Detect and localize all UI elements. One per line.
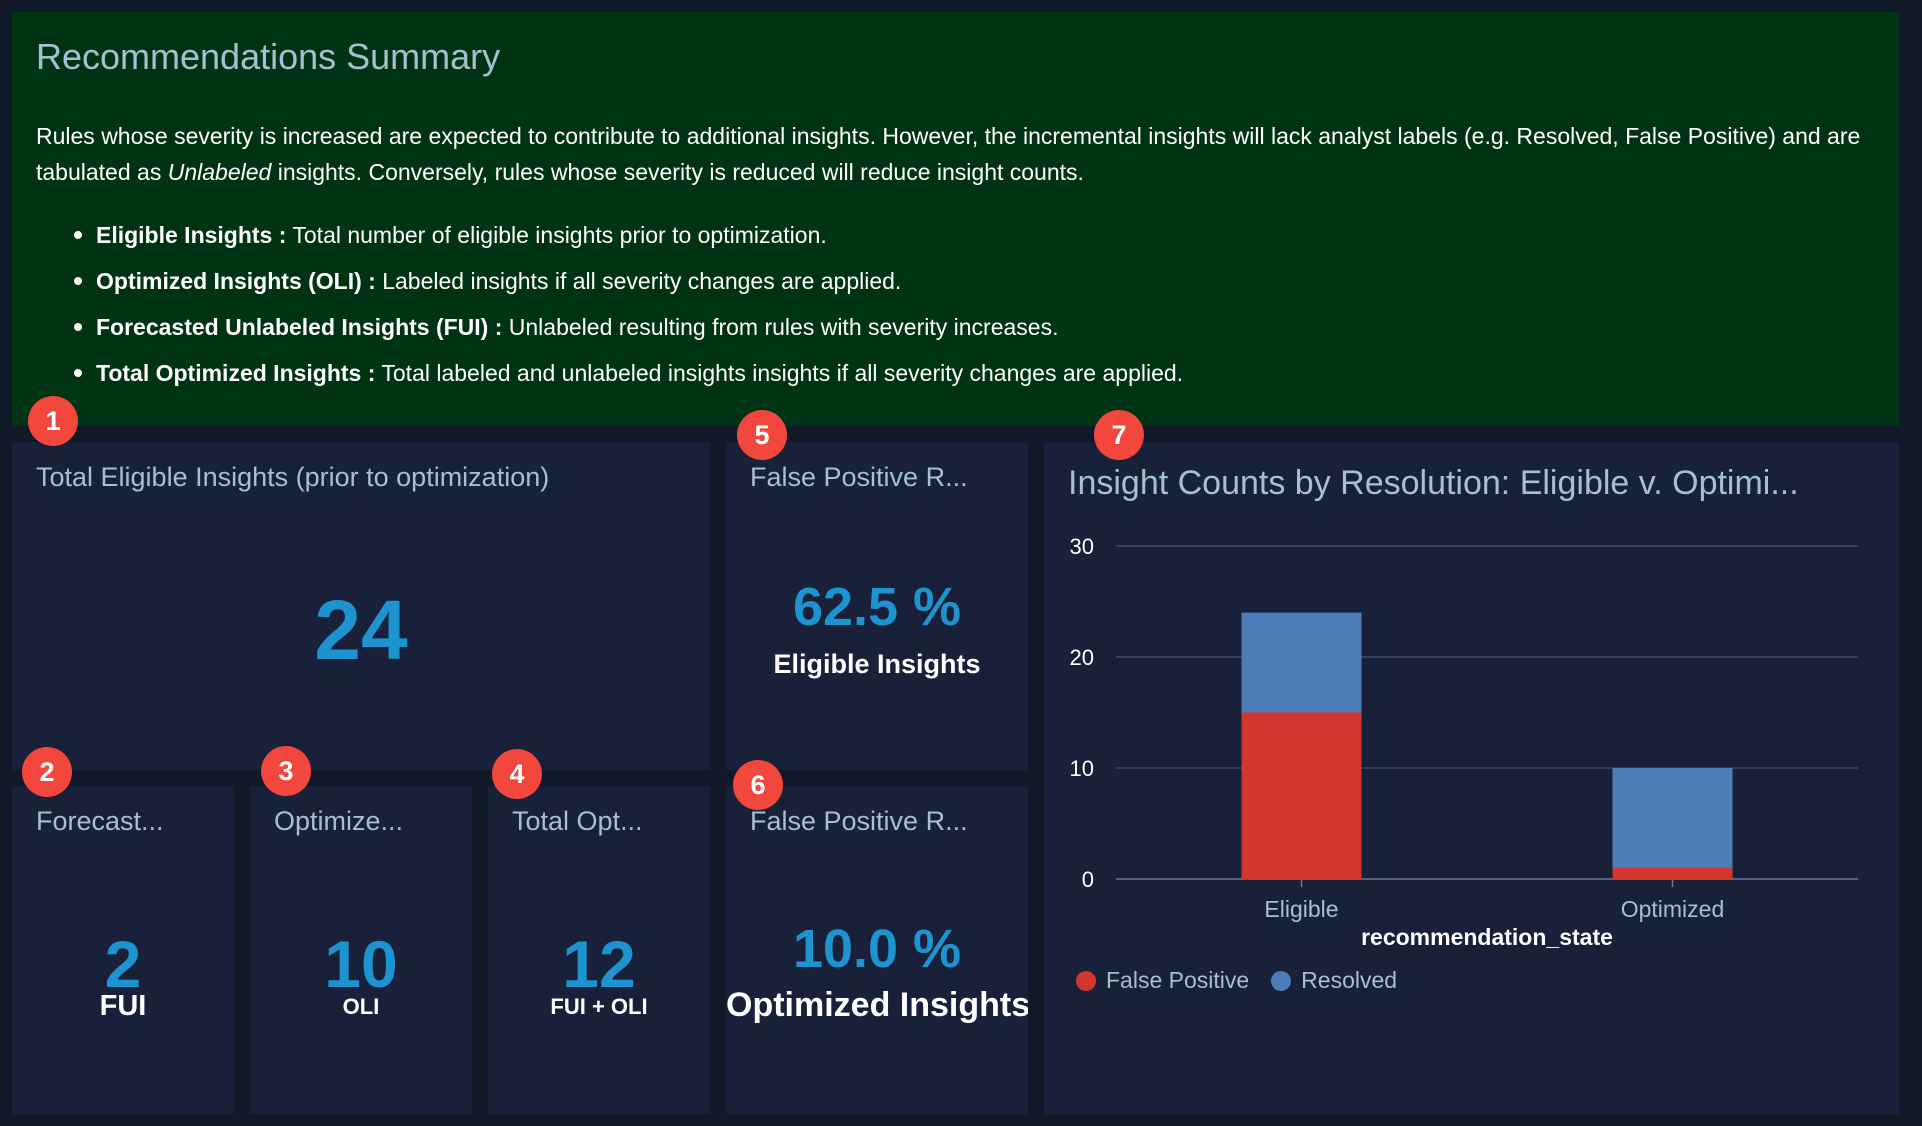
- x-tick-label: Eligible: [1264, 896, 1338, 922]
- summary-title: Recommendations Summary: [36, 36, 501, 77]
- badge-5: 5: [737, 410, 787, 460]
- definition-item: Eligible Insights : Total number of elig…: [36, 212, 1183, 258]
- total-eligible-value: 24: [314, 583, 408, 677]
- bar-segment: [1612, 867, 1733, 879]
- definition-term: Forecasted Unlabeled Insights (FUI) :: [96, 314, 503, 340]
- bullet-icon: [74, 231, 82, 239]
- y-tick-label: 10: [1070, 756, 1094, 781]
- total-optimized-label: FUI + OLI: [550, 994, 648, 1019]
- legend-swatch-resolved: [1271, 970, 1292, 991]
- panel-title: Total Eligible Insights (prior to optimi…: [36, 462, 550, 492]
- definition-desc: Total number of eligible insights prior …: [286, 222, 827, 248]
- panel-title: False Positive R...: [750, 806, 968, 836]
- x-axis-label: recommendation_state: [1361, 924, 1613, 950]
- fp-rate-optimized-value: 10.0 %: [792, 919, 962, 979]
- y-tick-label: 30: [1070, 534, 1094, 559]
- legend-label: False Positive: [1106, 967, 1250, 993]
- definition-desc: Labeled insights if all severity changes…: [375, 268, 902, 294]
- legend-label: Resolved: [1301, 967, 1398, 993]
- definition-item: Total Optimized Insights : Total labeled…: [36, 350, 1183, 396]
- badge-1: 1: [28, 396, 78, 446]
- definition-term: Eligible Insights :: [96, 222, 287, 248]
- total-optimized-panel[interactable]: Total Opt... 12 FUI + OLI: [488, 786, 710, 1114]
- definition-term: Optimized Insights (OLI) :: [96, 268, 376, 294]
- bar-segment: [1241, 612, 1362, 713]
- fp-rate-optimized-panel[interactable]: False Positive R... 10.0 % Optimized Ins…: [726, 786, 1028, 1114]
- definition-item: Optimized Insights (OLI) : Labeled insig…: [36, 258, 1183, 304]
- legend-item-resolved[interactable]: Resolved: [1271, 967, 1397, 994]
- definition-desc: Total labeled and unlabeled insights ins…: [375, 360, 1184, 386]
- summary-description: Rules whose severity is increased are ex…: [36, 118, 1886, 190]
- panel-title: Forecast...: [36, 806, 164, 836]
- legend-swatch-false-positive: [1076, 970, 1096, 991]
- badge-4: 4: [492, 749, 542, 799]
- total-optimized-value: 12: [562, 927, 636, 1001]
- definition-item: Forecasted Unlabeled Insights (FUI) : Un…: [36, 304, 1183, 350]
- optimized-panel[interactable]: Optimize... 10 OLI: [250, 786, 472, 1114]
- badge-2: 2: [22, 747, 72, 797]
- bullet-icon: [74, 323, 82, 331]
- chart-legend: False Positive Resolved: [1076, 967, 1397, 994]
- bar-segment: [1241, 712, 1362, 879]
- y-tick-label: 0: [1082, 867, 1094, 892]
- bullet-icon: [74, 277, 82, 285]
- insight-counts-chart: 0 10 20 30 Eligible Optimized recommendation_s…: [1070, 534, 1858, 950]
- insight-counts-chart-panel[interactable]: Insight Counts by Resolution: Eligible v…: [1044, 442, 1899, 1114]
- forecasted-label: FUI: [99, 990, 147, 1022]
- summary-panel: Recommendations Summary Rules whose seve…: [12, 12, 1899, 426]
- summary-text-part2: insights. Conversely, rules whose severi…: [271, 159, 1084, 185]
- bar-segment: [1612, 768, 1733, 868]
- optimized-label: OLI: [342, 994, 380, 1019]
- panel-title: False Positive R...: [750, 462, 968, 492]
- fp-rate-eligible-value: 62.5 %: [792, 577, 962, 637]
- definition-term: Total Optimized Insights :: [96, 360, 376, 386]
- y-tick-label: 20: [1070, 645, 1094, 670]
- fp-rate-optimized-label: Optimized Insights: [726, 986, 1028, 1024]
- badge-3: 3: [261, 746, 311, 796]
- summary-text-italic: Unlabeled: [167, 159, 272, 185]
- badge-6: 6: [733, 760, 783, 810]
- summary-definitions-list: Eligible Insights : Total number of elig…: [36, 212, 1183, 396]
- fp-rate-eligible-label: Eligible Insights: [773, 649, 981, 679]
- fp-rate-eligible-panel[interactable]: False Positive R... 62.5 % Eligible Insi…: [726, 442, 1028, 770]
- optimized-value: 10: [324, 927, 398, 1001]
- panel-title: Optimize...: [274, 806, 404, 836]
- total-eligible-panel[interactable]: Total Eligible Insights (prior to optimi…: [12, 442, 710, 770]
- definition-desc: Unlabeled resulting from rules with seve…: [502, 314, 1059, 340]
- bullet-icon: [74, 369, 82, 377]
- legend-item-false-positive[interactable]: False Positive: [1076, 967, 1249, 994]
- forecasted-panel[interactable]: Forecast... 2 FUI: [12, 786, 234, 1114]
- x-tick-label: Optimized: [1621, 896, 1725, 922]
- panel-title: Total Opt...: [512, 806, 643, 836]
- badge-7: 7: [1094, 410, 1144, 460]
